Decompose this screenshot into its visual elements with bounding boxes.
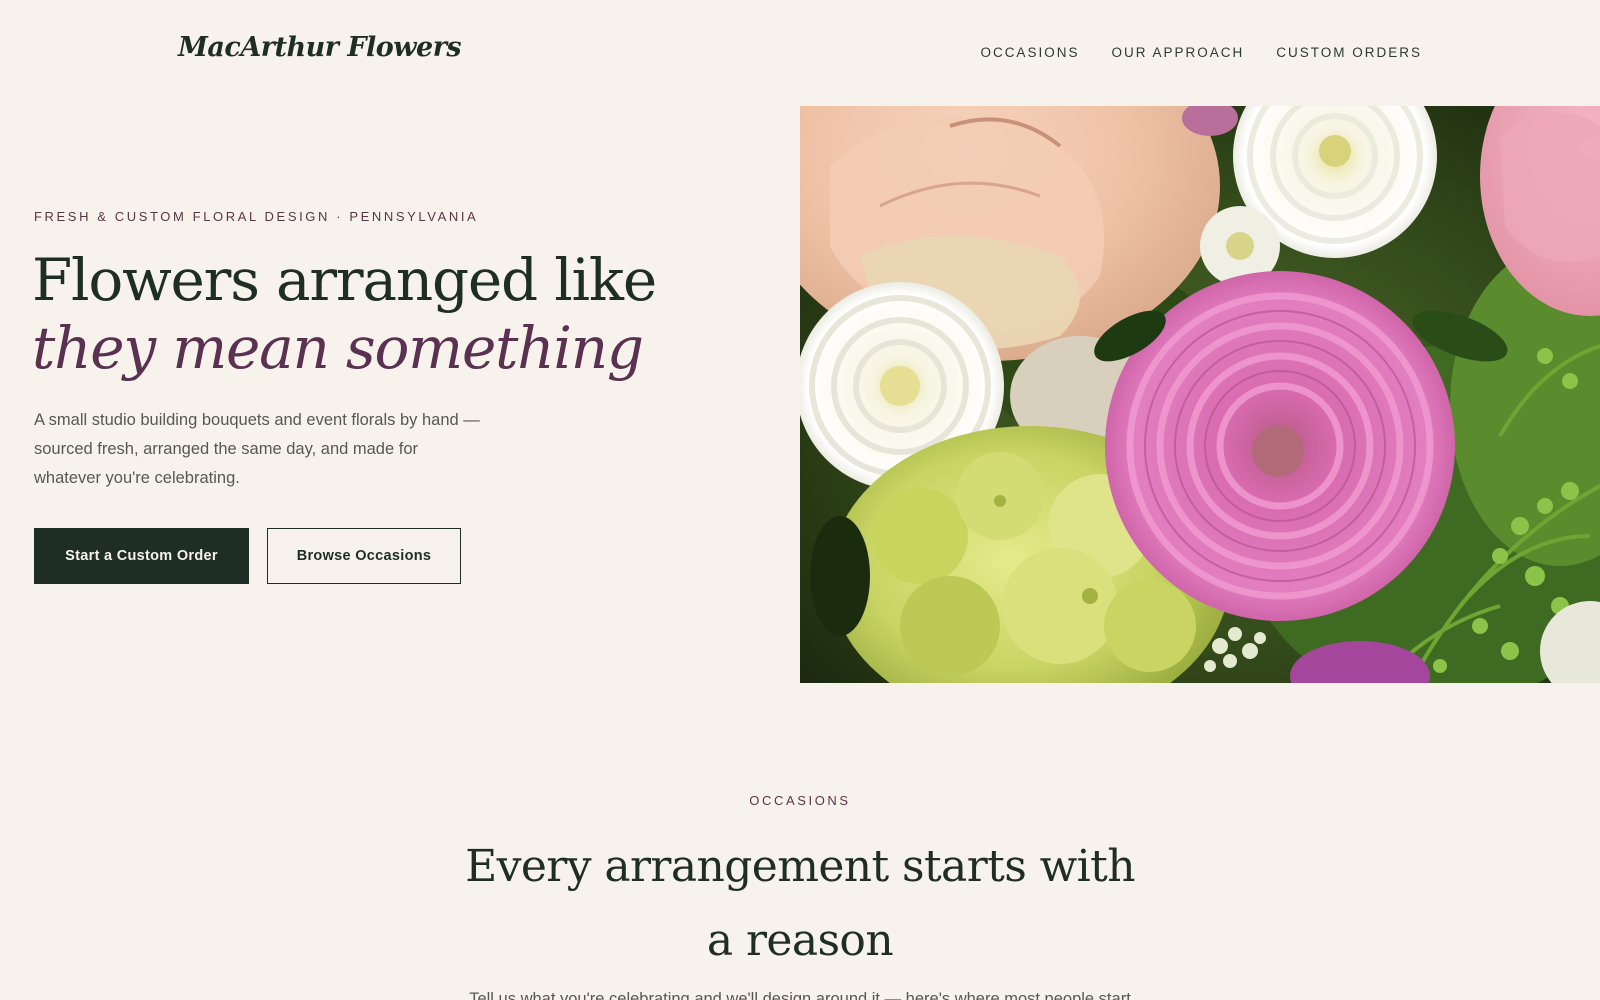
occasions-eyebrow: OCCASIONS [749, 793, 851, 808]
start-custom-order-button[interactable]: Start a Custom Order [34, 528, 249, 584]
occasions-title: Every arrangement starts with a reason [465, 841, 1135, 966]
browse-occasions-button[interactable]: Browse Occasions [267, 528, 461, 584]
occasions-subtitle: Tell us what you're celebrating and we'l… [469, 990, 1131, 1000]
hero-eyebrow: FRESH & CUSTOM FLORAL DESIGN · PENNSYLVA… [34, 209, 479, 224]
nav-item-custom-orders[interactable]: CUSTOM ORDERS [1276, 45, 1422, 60]
hero-headline-line2: they mean something [32, 314, 644, 382]
nav-item-occasions[interactable]: OCCASIONS [980, 45, 1079, 60]
page: MacArthur Flowers OCCASIONS OUR APPROACH… [0, 0, 1600, 1000]
hero-headline-line1: Flowers arranged like [32, 246, 657, 314]
nav-item-our-approach[interactable]: OUR APPROACH [1111, 45, 1244, 60]
main-nav: OCCASIONS OUR APPROACH CUSTOM ORDERS [980, 45, 1422, 60]
hero-flower-photo [800, 106, 1600, 683]
brand-logo[interactable]: MacArthur Flowers [178, 32, 462, 63]
flower-bouquet-illustration [800, 106, 1600, 683]
hero-headline: Flowers arranged like they mean somethin… [32, 246, 752, 382]
hero-description: A small studio building bouquets and eve… [34, 411, 480, 487]
